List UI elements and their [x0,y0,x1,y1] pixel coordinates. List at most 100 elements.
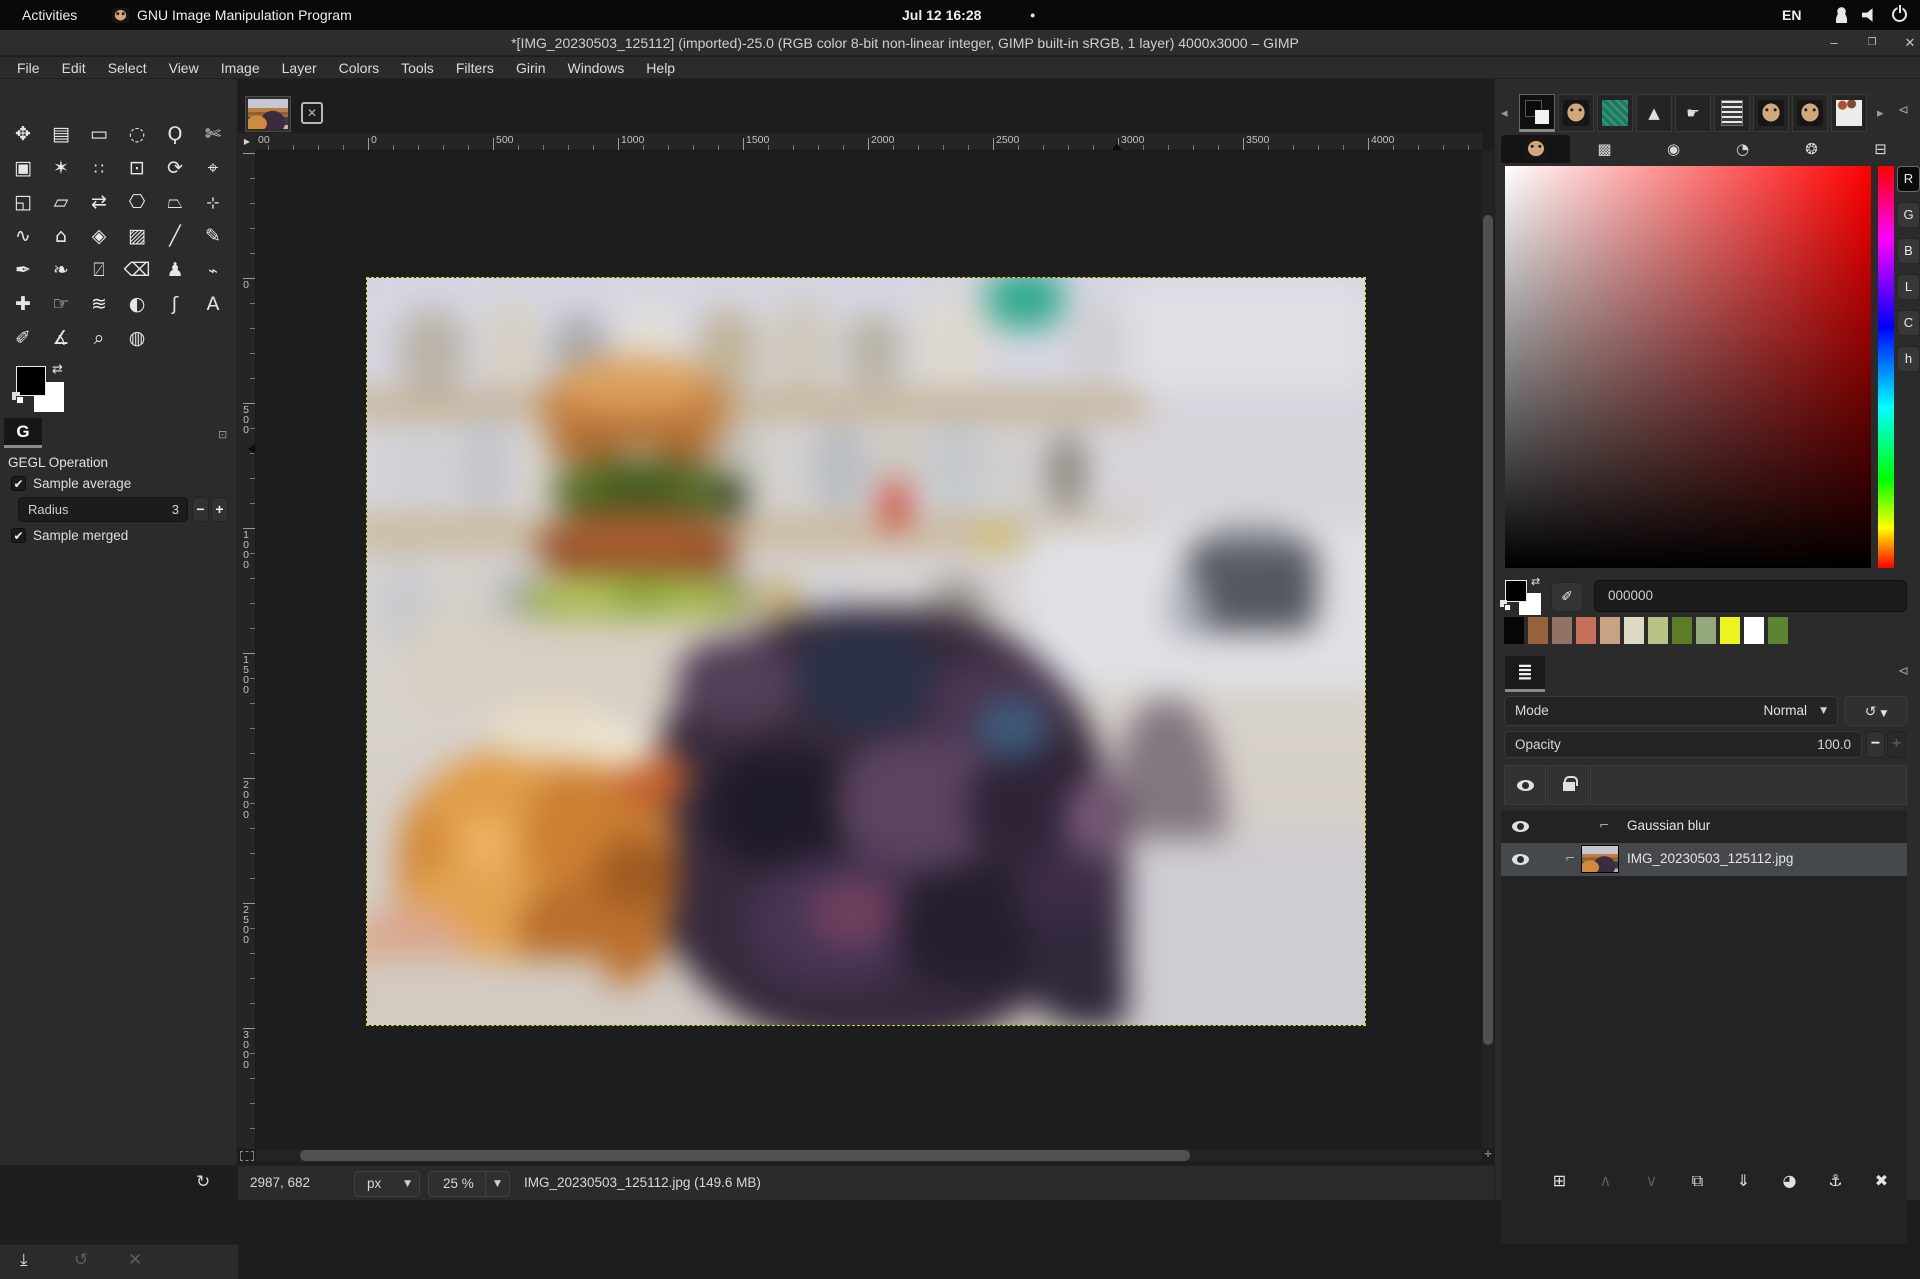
navigation-icon[interactable]: ✛ [1482,1149,1494,1162]
tool-rectangle-select[interactable]: ▭ [80,117,118,151]
tool-airbrush[interactable]: ⌁ [194,253,232,287]
view-close-icon[interactable]: ✕ [301,102,323,124]
opacity-decrease-button[interactable]: − [1866,731,1885,758]
tool-3d-transform[interactable]: ⎔ [118,185,156,219]
tool-smudge[interactable]: ☞ [42,287,80,321]
tool-select-by-color[interactable]: ∷ [80,151,118,185]
image-canvas[interactable] [367,278,1365,1025]
mini-fg-bg-colors[interactable]: ⇄ [1505,580,1551,620]
radius-increase-button[interactable]: + [211,497,228,522]
color-swatch[interactable] [1624,617,1644,644]
quick-mask-toggle[interactable] [240,1151,254,1161]
mini-default-icon[interactable] [1500,600,1510,610]
volume-icon[interactable] [1862,7,1879,23]
tabs-scroll-right-icon[interactable]: ▸ [1877,105,1884,121]
colors-tab[interactable] [1519,94,1555,132]
tool-crop[interactable]: ⊡ [118,151,156,185]
tool-options-menu-icon[interactable]: ⊡ [218,428,227,441]
brushes-tab[interactable] [1558,94,1594,132]
tool-measure[interactable]: ∡ [42,321,80,355]
menu-girin[interactable]: Girin [505,57,557,79]
layer-visibility-eye-icon[interactable] [1512,821,1529,832]
channel-C[interactable]: C [1897,310,1920,336]
tool-rotate[interactable]: ⟳ [156,151,194,185]
focused-app-menu[interactable]: GNU Image Manipulation Program [112,0,352,30]
tool-paint-select[interactable]: ◍ [118,321,156,355]
channel-G[interactable]: G [1897,202,1920,228]
channel-L[interactable]: L [1897,274,1920,300]
menu-help[interactable]: Help [635,57,686,79]
tool-align[interactable]: ▤ [42,117,80,151]
brush-tab-3[interactable] [1792,94,1828,132]
horizontal-scroll-thumb[interactable] [300,1150,1190,1161]
tool-unified-transform[interactable]: ⌖ [194,151,232,185]
horizontal-ruler[interactable]: 0005001000150020002500300035004000 [256,133,1482,151]
menu-tools[interactable]: Tools [390,57,445,79]
pointer-tab[interactable]: ☛ [1675,94,1711,132]
selector-tab-wheel[interactable]: ◔ [1708,135,1777,163]
hue-strip[interactable] [1878,166,1894,568]
selector-tab-scales[interactable]: ⊟ [1846,135,1915,163]
tool-scissors-select[interactable]: ✄ [194,117,232,151]
delete-layer-button[interactable]: ✖ [1867,1168,1896,1194]
tool-perspective[interactable]: ⏢ [156,185,194,219]
color-swatch[interactable] [1696,617,1716,644]
users-icon[interactable] [1833,7,1850,23]
tool-paths[interactable]: ʃ [156,287,194,321]
pick-color-from-screen-button[interactable]: ✐ [1551,582,1583,612]
menu-colors[interactable]: Colors [328,57,390,79]
lock-header-cell[interactable] [1547,765,1589,805]
color-swatch[interactable] [1576,617,1596,644]
sample-merged-checkbox[interactable] [11,528,26,543]
add-mask-button[interactable]: ◕ [1775,1168,1804,1194]
new-layer-button[interactable]: ⊞ [1545,1168,1574,1194]
selector-tab-palette[interactable]: ❂ [1777,135,1846,163]
reset-icon[interactable]: ↻ [196,1172,210,1192]
duplicate-layer-button[interactable]: ⧉ [1683,1168,1712,1194]
layer-row[interactable]: ⌐IMG_20230503_125112.jpg [1501,843,1907,876]
window-title-bar[interactable]: *[IMG_20230503_125112] (imported)-25.0 (… [0,30,1920,56]
color-swatch[interactable] [1720,617,1740,644]
tool-clone[interactable]: ♟ [156,253,194,287]
minimize-button[interactable]: – [1822,32,1846,54]
vertical-scrollbar[interactable] [1482,151,1494,1149]
tool-handle-transform[interactable]: ⊹ [194,185,232,219]
visibility-header-cell[interactable] [1504,765,1546,805]
layer-mode-row[interactable]: Mode Normal ▼ [1504,696,1838,726]
tool-eraser[interactable]: ⌫ [118,253,156,287]
menu-filters[interactable]: Filters [445,57,505,79]
tool-text[interactable]: A [194,287,232,321]
unit-dropdown[interactable]: px ▼ [354,1171,420,1197]
selector-tab-watercolor[interactable]: ◉ [1639,135,1708,163]
opacity-increase-button[interactable]: + [1887,731,1906,758]
vertical-ruler[interactable]: 05 0 01 0 0 01 5 0 02 0 0 02 5 0 03 0 0 … [238,151,256,1149]
hex-color-input[interactable]: 000000 [1594,580,1907,612]
menu-windows[interactable]: Windows [557,57,636,79]
color-swatch[interactable] [1528,617,1548,644]
zoom-dropdown[interactable]: 25 % ▼ [428,1171,510,1197]
channel-h[interactable]: h [1897,346,1920,372]
activities-button[interactable]: Activities [14,0,85,30]
radius-slider[interactable]: Radius 3 [18,497,188,522]
merge-down-button[interactable]: ⇓ [1729,1168,1758,1194]
color-swatch[interactable] [1552,617,1572,644]
color-swatch[interactable] [1504,617,1524,644]
tool-color-picker[interactable]: ✐ [4,321,42,355]
raise-layer-button[interactable]: ∧ [1591,1168,1620,1194]
default-colors-icon[interactable] [12,392,24,404]
selector-tab-gimp[interactable] [1501,135,1570,163]
channel-B[interactable]: B [1897,238,1920,264]
color-swatch[interactable] [1672,617,1692,644]
saturation-value-square[interactable] [1505,166,1871,568]
mini-foreground-swatch[interactable] [1505,580,1527,602]
layer-visibility-eye-icon[interactable] [1512,854,1529,865]
tool-move[interactable]: ✥ [4,117,42,151]
layers-dialog-tab[interactable]: ≣ [1505,656,1545,692]
tool-heal[interactable]: ✚ [4,287,42,321]
fg-bg-color-area[interactable]: ⇄ [16,366,78,416]
fonts-tab[interactable]: ▲ [1636,94,1672,132]
tool-ellipse-select[interactable]: ◌ [118,117,156,151]
tool-mypaint-brush[interactable]: ❧ [42,253,80,287]
color-swatch[interactable] [1744,617,1764,644]
menu-edit[interactable]: Edit [51,57,97,79]
